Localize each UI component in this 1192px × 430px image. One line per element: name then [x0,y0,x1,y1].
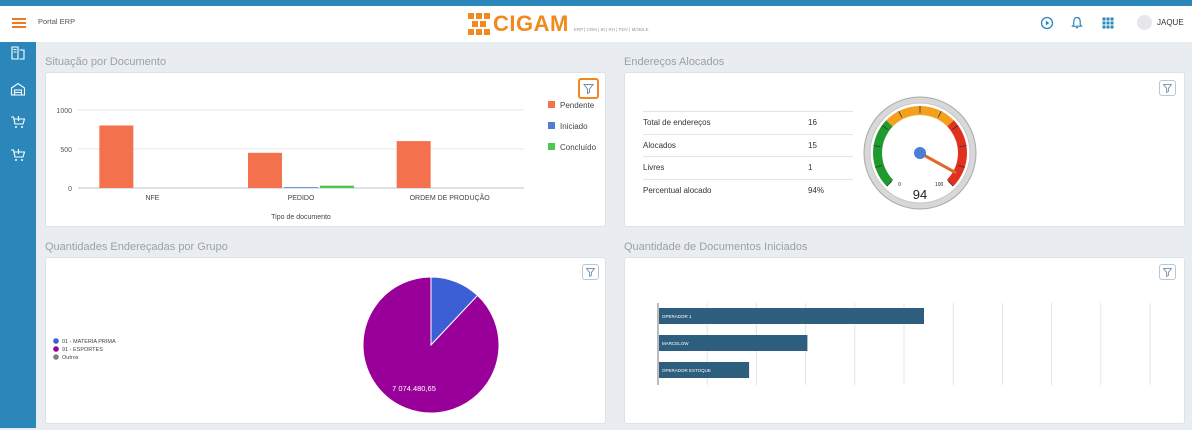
bar-label: MARCELOW [662,341,689,346]
apps-grid-icon[interactable] [1101,16,1115,30]
x-axis-label: Tipo de documento [271,214,331,221]
x-tick-label: NFE [145,195,159,202]
legend-swatch [53,338,59,344]
logo-subtitle: ERP | CRM | BI | RH | PDV | MOBILE [573,26,649,32]
document-status-chart: 0 500 1000 NFE PEDIDO ORDEM DE PRODUÇÃO Tipo d… [56,101,597,221]
legend-label: Iniciado [560,122,588,131]
legend-label: 01 - MATERIA PRIMA [62,339,116,345]
filter-button[interactable] [582,264,599,280]
cart-icon[interactable] [10,115,26,129]
bar-pendente [396,141,431,188]
sidebar [0,42,36,428]
top-bar: Portal ERP CIGAM ERP | CRM | BI | RH | P… [0,0,1192,42]
avatar[interactable] [1137,15,1152,30]
documents-icon[interactable] [10,46,26,60]
section-title-situacao: Situação por Documento [45,56,167,68]
legend-label: Pendente [560,101,595,110]
filter-button[interactable] [1159,264,1176,280]
legend-label: Outros [62,355,79,361]
documents-started-chart: OPERADOR 1 MARCELOW OPERADOR ESTOQUE [657,303,1151,385]
legend-swatch [548,122,555,129]
legend-swatch [53,354,59,360]
y-tick-label: 0 [68,186,72,193]
bell-icon[interactable] [1070,16,1084,30]
cart-icon[interactable] [10,148,26,162]
legend-swatch [548,143,555,150]
group-quantities-pie: 7 074.480,65 01 - MATERIA PRIMA 91 - ESPOR… [53,276,500,414]
pie-slice-label: 7 074.480,65 [392,384,436,393]
legend-swatch [548,101,555,108]
bar-label: OPERADOR 1 [662,314,692,319]
gauge-min-label: 0 [898,182,901,188]
gauge-value: 94 [913,187,927,202]
portal-title: Portal ERP [38,17,76,26]
menu-icon[interactable] [12,18,26,28]
x-tick-label: PEDIDO [288,195,315,202]
cigam-logo: CIGAM ERP | CRM | BI | RH | PDV | MOBILE [468,11,649,36]
filter-icon [585,268,596,278]
bar-label: OPERADOR ESTOQUE [662,368,711,373]
section-title-documentos: Quantidade de Documentos Iniciados [624,241,808,253]
bar-pendente [99,125,134,188]
filter-icon [582,84,595,95]
bar-concluído [320,185,354,188]
warehouse-icon[interactable] [10,82,26,96]
situacao-card: 0 500 1000 NFE PEDIDO ORDEM DE PRODUÇÃO Tipo d… [45,72,606,227]
logo-text: CIGAM [493,11,569,36]
allocation-gauge: 0 100 94 [863,96,977,210]
legend-swatch [53,346,59,352]
legend-label: 91 - ESPORTES [62,347,103,353]
user-name[interactable]: JAQUE [1157,18,1184,27]
cigam-logo-mark [468,13,490,35]
quantidades-card: 7 074.480,65 01 - MATERIA PRIMA 91 - ESPOR… [45,257,606,424]
section-title-enderecos: Endereços Alocados [624,56,725,68]
gauge-hub [914,147,926,159]
y-tick-label: 500 [60,147,72,154]
legend-label: Concluído [560,143,597,152]
x-tick-label: ORDEM DE PRODUÇÃO [410,193,491,202]
bar-pendente [248,152,282,188]
y-tick-label: 1000 [56,108,72,115]
enderecos-card: Total de endereços 16 Alocados 15 Livres 1 … [624,72,1185,227]
bar [659,308,924,324]
section-title-quantidades: Quantidades Endereçadas por Grupo [45,241,228,253]
bar-iniciado [284,187,318,188]
documentos-card: OPERADOR 1 MARCELOW OPERADOR ESTOQUE [624,257,1185,424]
filter-icon [1162,268,1173,278]
gauge-max-label: 100 [935,182,944,188]
filter-button[interactable] [578,78,599,99]
play-circle-icon[interactable] [1040,16,1054,30]
